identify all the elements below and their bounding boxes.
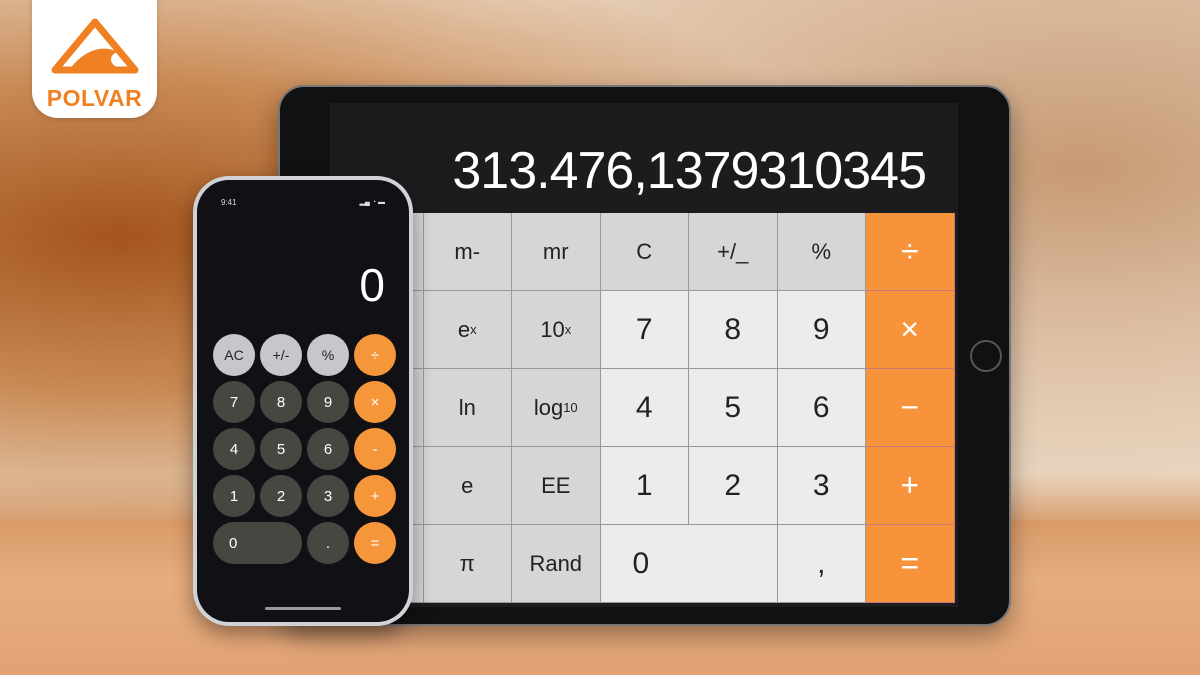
iphone-key-3-2[interactable]: 3	[307, 475, 349, 517]
key-label: 7	[635, 312, 653, 346]
key-label: ×	[900, 311, 920, 347]
ipad-display: 313.476,1379310345	[452, 142, 927, 200]
iphone-key-1-3[interactable]: ×	[354, 381, 396, 423]
key-label: =	[900, 545, 920, 581]
ipad-key-4-2[interactable]: 5	[689, 369, 778, 447]
mountain-logo-icon	[51, 18, 138, 74]
ipad-key-2-1[interactable]: 10 x	[512, 291, 601, 369]
iphone-calculator: 9:41 ▂▄ ◔ ▬ 0 AC +/-% ÷ 7 8 9 × 4 5 6- 1 2 3 +0. =	[197, 180, 409, 622]
home-button[interactable]	[970, 340, 1002, 372]
key-label: C	[636, 238, 653, 264]
key-label-sup: x	[564, 322, 572, 337]
key-label: e	[461, 472, 474, 498]
iphone-key-3-3[interactable]: +	[354, 475, 396, 517]
key-label: ln	[458, 394, 476, 420]
ipad-key-5-2[interactable]: 6	[777, 369, 866, 447]
key-label: log	[533, 394, 564, 420]
ipad-key-3-4[interactable]: 0	[600, 525, 778, 603]
iphone-key-4-1[interactable]: .	[307, 522, 349, 564]
key-label: mr	[542, 238, 569, 264]
key-label-sub: 10	[563, 400, 578, 415]
iphone-keypad: AC +/-% ÷ 7 8 9 × 4 5 6- 1 2 3 +0. =	[213, 334, 396, 564]
key-label: +	[900, 467, 920, 503]
logo-text: POLVAR	[46, 85, 143, 111]
iphone-key-1-1[interactable]: 8	[260, 381, 302, 423]
ipad-calculator: 313.476,1379310345 m-mr C +/_% ÷ e x 10 x 7 8 9 × ln…	[330, 103, 958, 607]
ipad-keypad: m-mr C +/_% ÷ e x 10 x 7 8 9 × ln log 10 4 5 6− e EE 1 2 3 + π Ra…	[335, 213, 955, 603]
ipad-key-2-2[interactable]: log 10	[512, 369, 601, 447]
ipad-key-2-0[interactable]: mr	[512, 213, 601, 291]
key-label: 0	[632, 546, 650, 580]
key-label: Rand	[529, 550, 583, 576]
iphone-key-0-2[interactable]: %	[307, 334, 349, 376]
ipad-key-4-4[interactable]: ,	[777, 525, 866, 603]
key-label-sup: x	[470, 322, 477, 337]
key-label: −	[900, 389, 920, 425]
key-label: %	[811, 238, 832, 264]
key-label: 4	[635, 390, 653, 424]
ipad-key-4-1[interactable]: 8	[689, 291, 778, 369]
ipad-key-1-2[interactable]: ln	[423, 369, 512, 447]
key-label: 9	[812, 312, 830, 346]
key-label: 8	[724, 312, 742, 346]
ipad-key-6-1[interactable]: ×	[866, 291, 955, 369]
key-label: 3	[812, 468, 830, 502]
ipad-key-1-4[interactable]: π	[423, 525, 512, 603]
key-label: 2	[724, 468, 742, 502]
iphone-key-3-1[interactable]: 2	[260, 475, 302, 517]
ipad-key-4-3[interactable]: 2	[689, 447, 778, 525]
home-indicator[interactable]	[265, 607, 341, 610]
ipad-key-1-0[interactable]: m-	[423, 213, 512, 291]
iphone-key-2-2[interactable]: 6	[307, 428, 349, 470]
ipad-key-3-0[interactable]: C	[600, 213, 689, 291]
ipad-key-2-3[interactable]: EE	[512, 447, 601, 525]
ipad-key-4-0[interactable]: +/_	[689, 213, 778, 291]
iphone-key-1-2[interactable]: 9	[307, 381, 349, 423]
ipad-key-5-4[interactable]: =	[866, 525, 955, 603]
iphone-device: 9:41 ▂▄ ◔ ▬ 0 AC +/-% ÷ 7 8 9 × 4 5 6- 1 2 3 +0. =	[193, 176, 413, 626]
iphone-key-0-1[interactable]: +/-	[260, 334, 302, 376]
ipad-key-2-4[interactable]: Rand	[512, 525, 601, 603]
iphone-key-0-0[interactable]: AC	[213, 334, 255, 376]
ipad-key-3-2[interactable]: 4	[600, 369, 689, 447]
key-label: 5	[724, 390, 742, 424]
iphone-key-2-3[interactable]: -	[354, 428, 396, 470]
iphone-key-4-2[interactable]: =	[354, 522, 396, 564]
iphone-key-0-3[interactable]: ÷	[354, 334, 396, 376]
key-label: 10	[540, 316, 565, 342]
ipad-key-5-0[interactable]: %	[777, 213, 866, 291]
iphone-key-4-0[interactable]: 0	[213, 522, 302, 564]
ipad-key-3-3[interactable]: 1	[600, 447, 689, 525]
iphone-key-1-0[interactable]: 7	[213, 381, 255, 423]
ipad-key-1-3[interactable]: e	[423, 447, 512, 525]
key-label: +/_	[717, 238, 749, 264]
polvar-logo: POLVAR	[32, 0, 157, 118]
key-label: ,	[817, 546, 826, 580]
ipad-key-5-3[interactable]: 3	[777, 447, 866, 525]
ipad-key-6-3[interactable]: +	[866, 447, 955, 525]
key-label: 6	[812, 390, 830, 424]
key-label: e	[457, 316, 471, 342]
key-label: π	[459, 550, 475, 576]
iphone-key-2-1[interactable]: 5	[260, 428, 302, 470]
key-label: m-	[454, 238, 481, 264]
status-time: 9:41	[221, 198, 237, 207]
ipad-key-6-2[interactable]: −	[866, 369, 955, 447]
key-label: 1	[635, 468, 653, 502]
ipad-key-5-1[interactable]: 9	[777, 291, 866, 369]
ipad-key-6-0[interactable]: ÷	[866, 213, 955, 291]
status-icons: ▂▄ ◔ ▬	[359, 199, 385, 206]
ipad-key-3-1[interactable]: 7	[600, 291, 689, 369]
key-label: EE	[541, 472, 571, 498]
iphone-key-3-0[interactable]: 1	[213, 475, 255, 517]
ipad-key-1-1[interactable]: ex	[423, 291, 512, 369]
key-label: ÷	[900, 233, 919, 269]
iphone-display: 0	[359, 259, 385, 311]
iphone-key-2-0[interactable]: 4	[213, 428, 255, 470]
